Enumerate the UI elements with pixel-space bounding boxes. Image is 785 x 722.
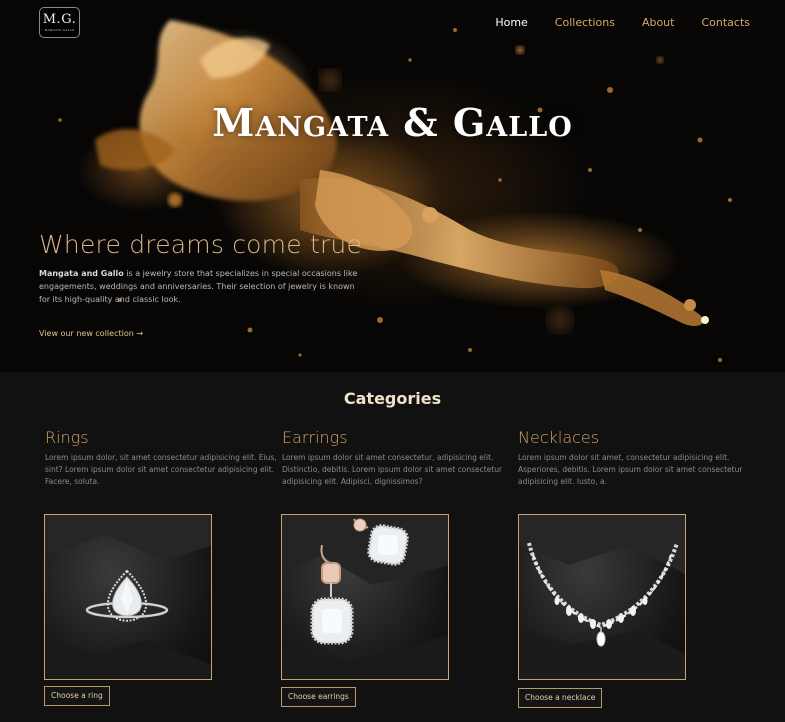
choose-ring-button[interactable]: Choose a ring (44, 686, 110, 706)
category-title-necklaces: Necklaces (518, 428, 600, 447)
nav-collections-link[interactable]: Collections (555, 16, 615, 29)
intro-store-name: Mangata and Gallo (39, 269, 124, 278)
logo[interactable]: M.G. MANGATA GALLO (39, 7, 80, 38)
category-title-rings: Rings (45, 428, 89, 447)
nav-about-link[interactable]: About (642, 16, 675, 29)
ring-image[interactable] (44, 514, 212, 680)
category-rings: Rings Lorem ipsum dolor, sit amet consec… (45, 428, 277, 488)
brand-wordmark: Mangata & Gallo (212, 100, 573, 145)
diamond-earrings-icon (282, 515, 448, 679)
hero-intro: Mangata and Gallo is a jewelry store tha… (39, 267, 359, 306)
hero-banner: M.G. MANGATA GALLO Home Collections Abou… (0, 0, 785, 372)
category-title-earrings: Earrings (282, 428, 348, 447)
view-collection-link[interactable]: View our new collection → (39, 329, 143, 338)
logo-mark: M.G. (42, 12, 77, 27)
diamond-necklace-icon (519, 515, 685, 679)
earrings-image[interactable] (281, 514, 449, 680)
nav-home-link[interactable]: Home (495, 16, 527, 29)
choose-necklace-button[interactable]: Choose a necklace (518, 688, 603, 708)
hero-tagline: Where dreams come true (39, 230, 363, 259)
diamond-ring-icon (45, 515, 211, 679)
main-nav: Home Collections About Contacts (495, 16, 750, 29)
nav-contacts-link[interactable]: Contacts (701, 16, 750, 29)
category-necklaces: Necklaces Lorem ipsum dolor sit amet, co… (518, 428, 750, 488)
category-desc-rings: Lorem ipsum dolor, sit amet consectetur … (45, 453, 277, 486)
choose-earrings-button[interactable]: Choose earrings (281, 687, 356, 707)
logo-subtitle: MANGATA GALLO (44, 28, 75, 32)
gold-splash-image (58, 20, 732, 362)
category-desc-necklaces: Lorem ipsum dolor sit amet, consectetur … (518, 453, 743, 486)
category-desc-earrings: Lorem ipsum dolor sit amet consectetur, … (282, 453, 503, 486)
necklace-image[interactable] (518, 514, 686, 680)
categories-heading: Categories (343, 389, 442, 408)
category-earrings: Earrings Lorem ipsum dolor sit amet cons… (282, 428, 514, 488)
